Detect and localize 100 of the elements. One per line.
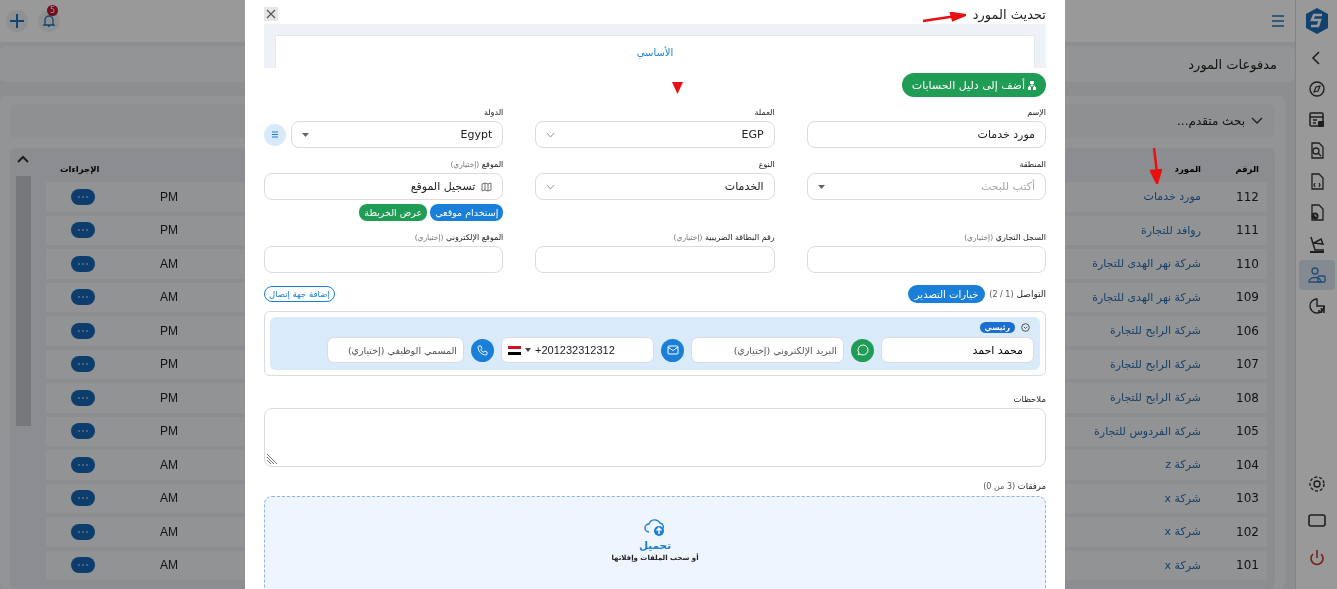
more-icon: [78, 363, 88, 366]
more-icon: [78, 463, 88, 466]
menu-icon[interactable]: [1271, 15, 1285, 27]
actions-button[interactable]: [71, 389, 95, 406]
supplier-link[interactable]: شركة الفردوس للتجارة: [1086, 424, 1209, 438]
contact-name-field[interactable]: محمد احمد: [881, 337, 1034, 363]
annotation-arrow: [922, 12, 966, 23]
actions-button[interactable]: [71, 490, 95, 507]
actions-button[interactable]: [71, 289, 95, 306]
supplier-link[interactable]: شركة الرابح للتجارة: [1102, 324, 1209, 338]
table-cell-text: PM: [159, 390, 179, 405]
actions-button[interactable]: [71, 322, 95, 339]
whatsapp-button[interactable]: [851, 338, 874, 362]
sidebar-item[interactable]: [1298, 260, 1335, 290]
table-cell-text: 110: [1235, 256, 1260, 271]
actions-button[interactable]: [71, 222, 95, 239]
input-field[interactable]: [806, 246, 1046, 273]
list-button[interactable]: [264, 123, 286, 146]
input-field[interactable]: [264, 246, 504, 273]
table-cell-text: PM: [159, 424, 179, 439]
more-icon: [78, 262, 88, 265]
dropdown-field[interactable]: أكتب للبحث: [806, 173, 1046, 200]
table-cell-text: 111: [1235, 223, 1260, 238]
select-field[interactable]: الخدمات: [535, 173, 775, 200]
more-icon: [78, 564, 88, 567]
more-icon: [78, 329, 88, 332]
select-field[interactable]: EGP: [535, 121, 775, 148]
actions-button[interactable]: [71, 255, 95, 272]
field-label: النوع: [757, 160, 775, 170]
field-label: الإسم: [1026, 108, 1046, 118]
table-cell-text: 102: [1235, 524, 1260, 539]
supplier-link[interactable]: شركة x: [1156, 491, 1209, 505]
location-field[interactable]: تسجيل الموقع: [264, 173, 504, 200]
actions-button[interactable]: [71, 523, 95, 540]
input-field[interactable]: [535, 246, 775, 273]
caret-down-icon: [302, 132, 309, 137]
table-cell-text: PM: [159, 223, 179, 238]
export-options-button[interactable]: خيارات التصدير: [907, 285, 986, 303]
close-icon: [266, 9, 276, 19]
close-button[interactable]: [264, 7, 278, 21]
phone-field[interactable]: +201232312312: [501, 337, 654, 363]
supplier-link[interactable]: شركة نهر الهدى للتجارة: [1084, 290, 1209, 304]
chevron-down-icon: [546, 183, 556, 190]
table-cell-text: AM: [159, 524, 179, 539]
cloud-upload-icon: [643, 517, 667, 537]
email-field[interactable]: البريد الإلكتروني (إختياري): [691, 337, 844, 363]
column-header: الرقم: [1234, 164, 1260, 174]
supplier-link[interactable]: شركة الرابح للتجارة: [1102, 357, 1209, 371]
table-cell-text: 103: [1235, 491, 1260, 506]
input-field[interactable]: مورد خدمات: [806, 121, 1046, 148]
more-icon: [78, 497, 88, 500]
actions-button[interactable]: [71, 456, 95, 473]
show-map-button[interactable]: عرض الخريطة: [359, 204, 428, 221]
use-my-location-button[interactable]: إستخدام موقعي: [430, 204, 504, 221]
field-label: العملة: [753, 108, 775, 118]
actions-button[interactable]: [71, 557, 95, 574]
supplier-link[interactable]: شركة الرابح للتجارة: [1102, 391, 1209, 405]
dropdown-field[interactable]: Egypt: [291, 121, 504, 148]
notes-field[interactable]: [264, 408, 1046, 467]
annotation-arrow: [1150, 147, 1162, 184]
chat-phone-icon: [856, 344, 869, 356]
supplier-link[interactable]: مورد خدمات: [1135, 190, 1209, 204]
table-cell-text: 108: [1235, 390, 1260, 405]
actions-button[interactable]: [71, 356, 95, 373]
annotation-arrow: [672, 82, 683, 94]
actions-button[interactable]: [71, 188, 95, 205]
resize-handle-icon[interactable]: [266, 452, 279, 465]
add-to-accounts-button[interactable]: أضف إلى دليل الحسابات: [901, 73, 1046, 97]
supplier-link[interactable]: شركة z: [1157, 458, 1209, 472]
more-icon: [78, 396, 88, 399]
email-button[interactable]: [661, 338, 684, 362]
tab[interactable]: الأساسي: [275, 35, 1035, 68]
table-cell-text: PM: [159, 189, 179, 204]
plus-icon: [9, 13, 25, 29]
supplier-link[interactable]: شركة x: [1156, 525, 1209, 539]
add-contact-button[interactable]: إضافة جهة إتصال: [264, 286, 335, 302]
table-cell-text: AM: [159, 290, 179, 305]
notes-label: ملاحظات: [1012, 394, 1046, 404]
add-button[interactable]: [6, 10, 28, 32]
supplier-link[interactable]: روافد للتجارة: [1132, 223, 1209, 237]
supplier-link[interactable]: شركة نهر الهدى للتجارة: [1084, 257, 1209, 271]
logo-icon[interactable]: [1304, 7, 1329, 35]
table-cell-text: 105: [1235, 424, 1260, 439]
job-title-field[interactable]: المسمي الوظيفي (إختياري): [327, 337, 464, 363]
table-cell-text: 104: [1235, 457, 1260, 472]
caret-down-icon: [817, 184, 825, 189]
collapse-icon[interactable]: [1021, 323, 1030, 332]
hierarchy-icon: [1028, 80, 1036, 90]
phone-icon: [477, 344, 488, 356]
table-cell-text: 101: [1235, 558, 1260, 573]
chevron-up-icon[interactable]: [16, 154, 30, 164]
table-cell-text: 109: [1235, 290, 1260, 305]
actions-button[interactable]: [71, 423, 95, 440]
list-icon: [271, 131, 279, 138]
supplier-link[interactable]: شركة x: [1156, 558, 1209, 572]
call-button[interactable]: [471, 338, 494, 362]
more-icon: [78, 229, 88, 232]
column-header: المورد: [1173, 164, 1202, 174]
caret-down-icon: [525, 348, 531, 352]
page-title: مدفوعات المورد: [1188, 56, 1277, 72]
